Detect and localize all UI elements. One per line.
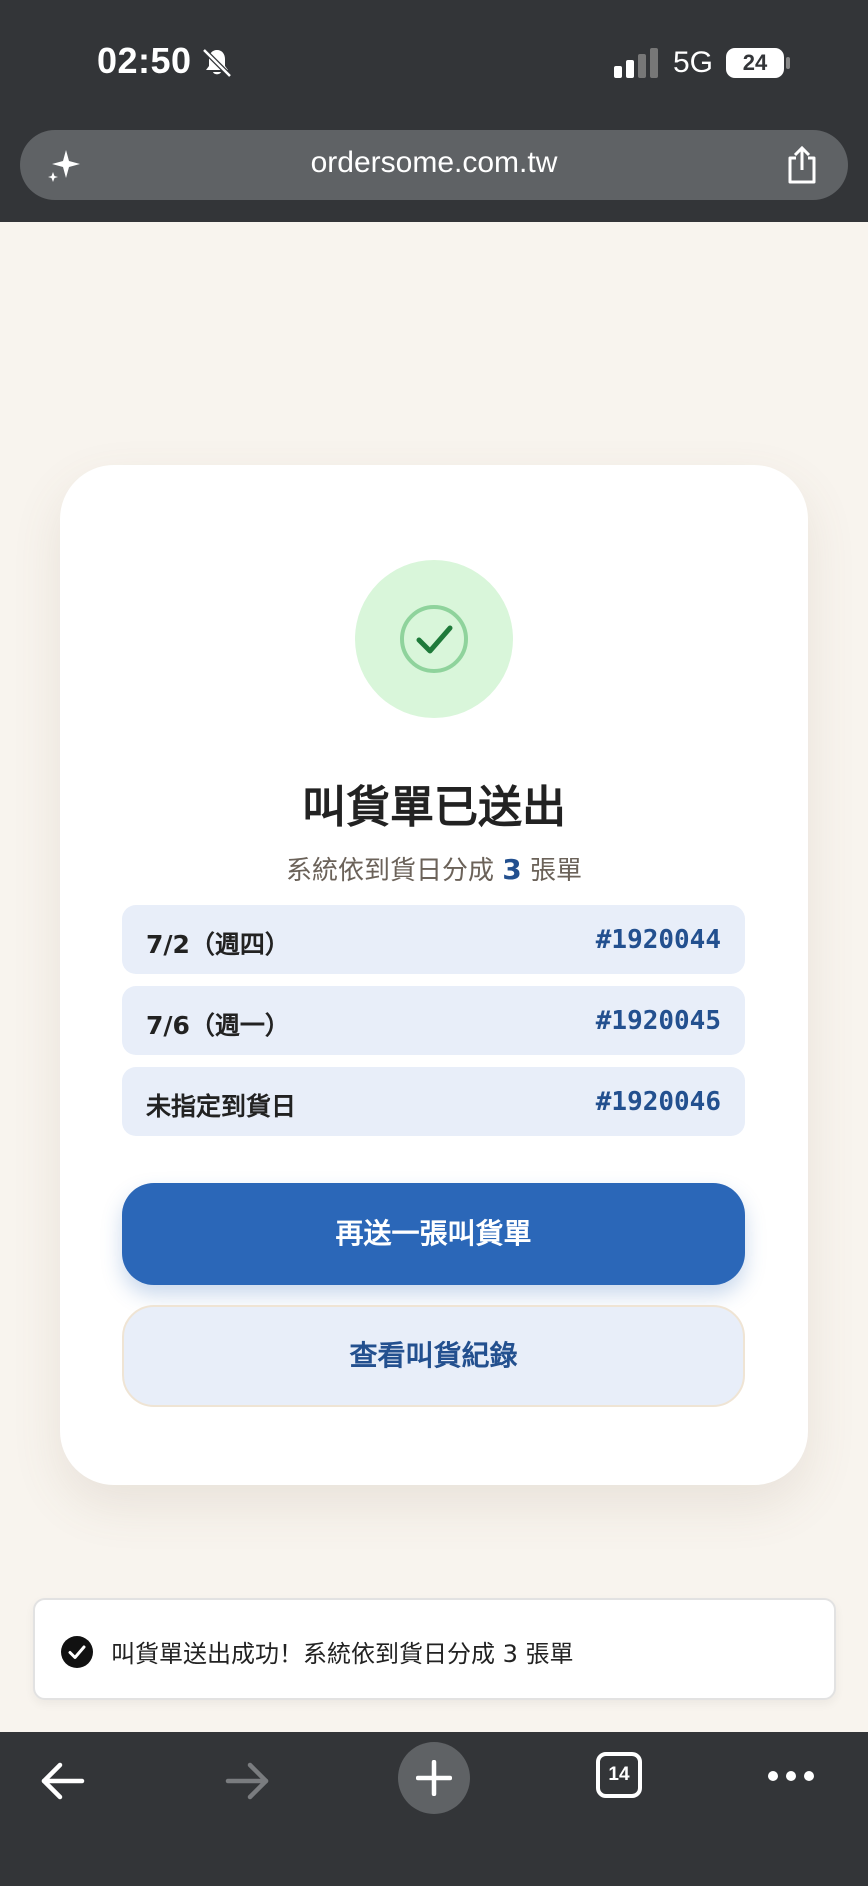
new-tab-button[interactable]	[398, 1742, 470, 1814]
tabs-icon[interactable]: 14	[596, 1752, 642, 1798]
toast-check-icon	[61, 1636, 93, 1668]
plus-icon	[416, 1760, 452, 1796]
address-bar[interactable]: ordersome.com.tw	[20, 130, 848, 200]
battery-icon: 24	[726, 48, 784, 78]
url-text[interactable]: ordersome.com.tw	[20, 146, 848, 180]
subtitle-suffix: 張單	[521, 856, 582, 886]
confirmation-card: 叫貨單已送出 系統依到貨日分成 3 張單 7/2（週四） #1920044 7/…	[60, 465, 808, 1485]
signal-icon	[614, 48, 658, 78]
subtitle-prefix: 系統依到貨日分成	[285, 856, 503, 886]
card-title: 叫貨單已送出	[302, 782, 566, 833]
success-badge	[355, 560, 513, 718]
order-date: 7/6（週一）	[146, 1011, 290, 1040]
order-number: #1920044	[595, 925, 721, 955]
more-icon[interactable]	[766, 1766, 816, 1786]
battery-nub	[786, 57, 790, 69]
subtitle-count: 3	[502, 853, 522, 886]
order-row: 未指定到貨日 #1920046	[122, 1067, 745, 1136]
forward-arrow-icon[interactable]	[222, 1756, 272, 1806]
card-subtitle: 系統依到貨日分成 3 張單	[60, 850, 808, 887]
order-number: #1920046	[595, 1087, 721, 1117]
order-date: 7/2（週四）	[146, 930, 290, 959]
order-date: 未指定到貨日	[146, 1092, 297, 1121]
share-icon[interactable]	[782, 144, 822, 186]
order-number: #1920045	[595, 1006, 721, 1036]
toast-message: 叫貨單送出成功！系統依到貨日分成 3 張單	[111, 1640, 574, 1668]
status-time: 02:50	[97, 40, 192, 81]
back-arrow-icon[interactable]	[38, 1756, 88, 1806]
order-row: 7/2（週四） #1920044	[122, 905, 745, 974]
status-bar: 02:50 5G 24	[0, 0, 868, 130]
order-row: 7/6（週一） #1920045	[122, 986, 745, 1055]
browser-bottom-bar: 14	[0, 1732, 868, 1886]
new-order-button[interactable]: 再送一張叫貨單	[122, 1183, 745, 1285]
success-toast: 叫貨單送出成功！系統依到貨日分成 3 張單	[33, 1598, 836, 1700]
bell-muted-icon	[202, 48, 232, 78]
view-history-button[interactable]: 查看叫貨紀錄	[122, 1305, 745, 1407]
browser-toolbar: ordersome.com.tw	[0, 130, 868, 222]
check-circle-icon	[400, 605, 468, 673]
network-label: 5G	[673, 46, 714, 79]
